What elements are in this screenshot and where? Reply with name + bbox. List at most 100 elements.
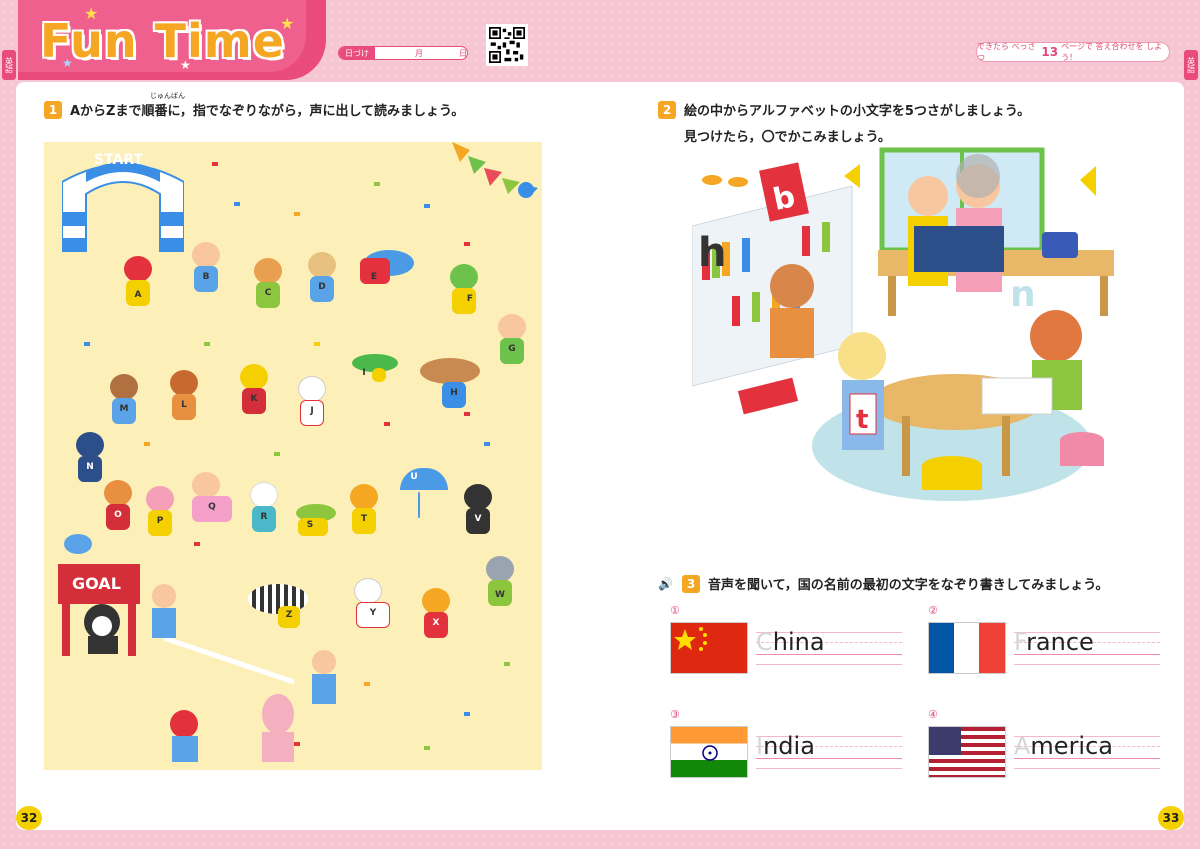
question-3-text: 音声を聞いて，国の名前の最初の文字をなぞり書きしてみましょう。 bbox=[708, 578, 1109, 593]
character-v: V bbox=[456, 484, 500, 540]
confetti bbox=[464, 412, 470, 416]
character-a: A bbox=[116, 256, 160, 312]
character-l: L bbox=[162, 370, 206, 426]
star-icon: ★ bbox=[280, 14, 295, 33]
left-page: 英語 Fun Time ★ ★ ★ ★ 日づけ 月 日 1 AからZまで順番に，… bbox=[0, 0, 600, 849]
item-number: ④ bbox=[928, 708, 938, 721]
confetti bbox=[504, 662, 510, 666]
character-x: X bbox=[414, 588, 458, 644]
answer-check-note: できたら べっさつ 13 ページで 答え合わせを しよう！ bbox=[976, 42, 1170, 62]
character-d: D bbox=[300, 252, 344, 308]
hidden-letter-n: n bbox=[1010, 274, 1036, 315]
character-c: C bbox=[246, 258, 290, 314]
question-3-instruction: 🔊 3 音声を聞いて，国の名前の最初の文字をなぞり書きしてみましょう。 bbox=[658, 574, 1109, 593]
confetti bbox=[484, 442, 490, 446]
character-m: M bbox=[102, 374, 146, 430]
trace-word[interactable]: China bbox=[756, 628, 825, 656]
question-2-line2-wrap: 見つけたら，〇でかこみましょう。 bbox=[684, 126, 891, 145]
confetti bbox=[364, 682, 370, 686]
check-note-suffix: ページで 答え合わせを しよう！ bbox=[1061, 42, 1163, 62]
speaker-icon[interactable]: 🔊 bbox=[658, 577, 678, 591]
confetti bbox=[274, 452, 280, 456]
character-j: J bbox=[290, 376, 334, 432]
confetti bbox=[84, 342, 90, 346]
confetti bbox=[294, 742, 300, 746]
character-r: R bbox=[242, 482, 286, 538]
confetti bbox=[234, 202, 240, 206]
bird-character bbox=[518, 182, 534, 198]
page-number-right: 33 bbox=[1158, 806, 1184, 830]
bird-character bbox=[64, 534, 92, 554]
trace-word[interactable]: America bbox=[1014, 732, 1113, 760]
date-field[interactable]: 日づけ 月 日 bbox=[338, 46, 468, 60]
character-y: Y bbox=[346, 578, 400, 634]
page-title: Fun Time bbox=[40, 14, 285, 68]
character-k: K bbox=[232, 364, 276, 420]
page-number-left: 32 bbox=[16, 806, 42, 830]
character-f: F bbox=[442, 264, 486, 320]
hidden-letter-h: h bbox=[698, 230, 726, 276]
alphabet-parade-illustration: START GOAL A B C D E F G H I J K L M N O… bbox=[44, 142, 542, 770]
star-icon: ★ bbox=[84, 4, 99, 23]
character-u: U bbox=[392, 468, 448, 524]
character-o: O bbox=[96, 480, 140, 536]
character-h: H bbox=[412, 358, 492, 414]
confetti bbox=[194, 542, 200, 546]
hidden-letter-t: t bbox=[856, 405, 868, 435]
india-flag-icon bbox=[670, 726, 748, 778]
confetti bbox=[384, 422, 390, 426]
question-2-instruction: 2 絵の中からアルファベットの小文字を5つさがしましょう。 bbox=[658, 100, 1030, 119]
confetti bbox=[314, 342, 320, 346]
question-number: 2 bbox=[658, 100, 676, 119]
question-1-text: AからZまで順番に，指でなぞりながら，声に出して読みましょう。 bbox=[70, 104, 465, 119]
question-number: 1 bbox=[44, 100, 62, 119]
character-q: Q bbox=[184, 472, 240, 528]
trace-word[interactable]: France bbox=[1014, 628, 1094, 656]
confetti bbox=[144, 442, 150, 446]
item-number: ② bbox=[928, 604, 938, 617]
usa-flag-icon bbox=[928, 726, 1006, 778]
confetti bbox=[424, 746, 430, 750]
date-month-label: 月 bbox=[415, 48, 423, 58]
confetti bbox=[204, 342, 210, 346]
confetti bbox=[212, 162, 218, 166]
question-2-line1: 絵の中からアルファベットの小文字を5つさがしましょう。 bbox=[684, 104, 1031, 119]
country-france: ② France bbox=[928, 604, 1160, 674]
confetti bbox=[464, 242, 470, 246]
trace-word[interactable]: India bbox=[756, 732, 815, 760]
question-2-line2: 見つけたら，〇でかこみましょう。 bbox=[684, 130, 891, 145]
confetti bbox=[294, 212, 300, 216]
country-india: ③ India bbox=[670, 708, 902, 778]
check-note-prefix: できたら べっさつ bbox=[977, 42, 1036, 62]
character-s: S bbox=[288, 504, 344, 560]
star-icon: ★ bbox=[180, 58, 191, 72]
china-flag-icon bbox=[670, 622, 748, 674]
character-i: I bbox=[344, 354, 404, 410]
character-g: G bbox=[490, 314, 534, 370]
item-number: ③ bbox=[670, 708, 680, 721]
cat-character bbox=[84, 604, 120, 654]
ruby-annotation: じゅんばん bbox=[150, 92, 185, 100]
library-illustration: b h n t bbox=[691, 146, 1122, 518]
character-e: E bbox=[354, 250, 434, 306]
star-icon: ★ bbox=[62, 56, 73, 70]
character-b: B bbox=[184, 242, 228, 298]
goal-scene bbox=[152, 584, 336, 762]
start-label: START bbox=[94, 152, 144, 168]
country-america: ④ America bbox=[928, 708, 1160, 778]
qr-code-icon[interactable] bbox=[486, 24, 528, 66]
subject-tab-left: 英語 bbox=[2, 50, 16, 80]
confetti bbox=[464, 712, 470, 716]
confetti bbox=[424, 204, 430, 208]
question-number: 3 bbox=[682, 574, 700, 593]
goal-label: GOAL bbox=[72, 574, 121, 593]
date-label: 日づけ bbox=[339, 47, 375, 59]
character-p: P bbox=[138, 486, 182, 542]
character-w: W bbox=[478, 556, 522, 612]
country-china: ① China bbox=[670, 604, 902, 674]
question-1-instruction: 1 AからZまで順番に，指でなぞりながら，声に出して読みましょう。 bbox=[44, 100, 464, 119]
item-number: ① bbox=[670, 604, 680, 617]
france-flag-icon bbox=[928, 622, 1006, 674]
check-note-page: 13 bbox=[1041, 45, 1059, 59]
character-t: T bbox=[342, 484, 386, 540]
